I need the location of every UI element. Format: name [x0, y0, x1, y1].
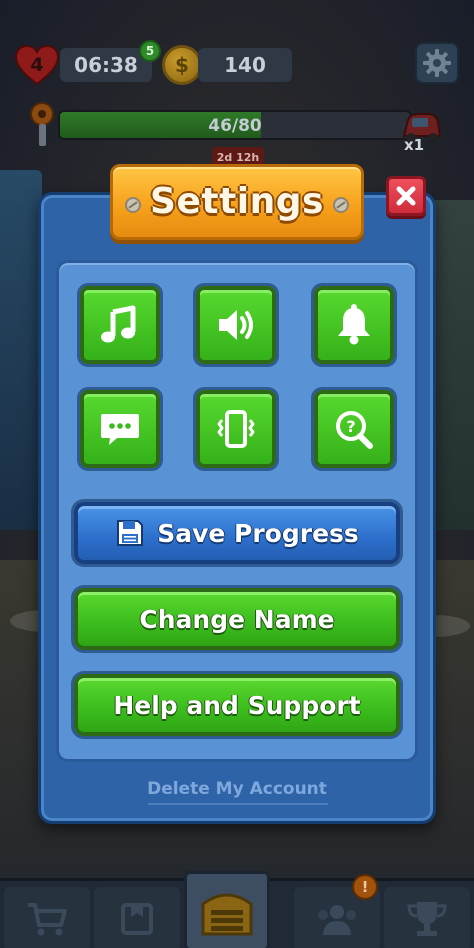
settings-title-plate: Settings	[110, 164, 364, 240]
help-support-button[interactable]: Help and Support	[74, 674, 400, 736]
lives-count: 4	[30, 54, 44, 76]
music-note-icon	[101, 305, 136, 343]
lives-heart[interactable]: 4	[14, 44, 60, 86]
bell-icon	[338, 304, 370, 345]
help-support-label: Help and Support	[113, 690, 361, 720]
team-icon	[318, 905, 356, 935]
settings-gear-button[interactable]	[415, 42, 459, 84]
change-name-label: Change Name	[139, 604, 335, 634]
event-progress-bar: 46/80	[58, 110, 412, 140]
reward-count: x1	[404, 136, 425, 154]
delete-account-underline	[148, 803, 328, 805]
coin-count: 140	[198, 48, 292, 82]
vibration-icon	[217, 410, 255, 448]
notifications-toggle-button[interactable]	[314, 286, 394, 364]
collection-box-icon	[121, 903, 153, 935]
left-shelf	[0, 170, 42, 530]
top-hud: 4 06:38 5 $ 140	[0, 40, 474, 88]
svg-text:?: ?	[346, 417, 355, 436]
speaker-icon	[219, 310, 253, 340]
tab-collection[interactable]	[94, 887, 180, 948]
sound-toggle-button[interactable]	[196, 286, 276, 364]
save-progress-button[interactable]: Save Progress	[74, 502, 400, 564]
save-disk-icon	[117, 520, 144, 546]
tab-shop[interactable]	[4, 887, 90, 948]
trophy-icon	[407, 902, 447, 936]
vibration-toggle-button[interactable]	[196, 390, 276, 468]
modal-title: Settings	[150, 181, 324, 222]
tab-leaderboard[interactable]	[384, 887, 470, 948]
save-progress-label: Save Progress	[157, 518, 359, 548]
tab-home[interactable]	[184, 871, 270, 948]
right-shelf	[434, 200, 474, 530]
team-notification-badge: !	[352, 874, 378, 900]
close-button[interactable]	[386, 176, 426, 216]
music-toggle-button[interactable]	[80, 286, 160, 364]
change-name-button[interactable]: Change Name	[74, 588, 400, 650]
chat-toggle-button[interactable]	[80, 390, 160, 468]
help-search-icon: ?	[336, 411, 373, 449]
chat-icon	[101, 414, 139, 445]
close-icon	[396, 186, 416, 206]
delete-account-link[interactable]: Delete My Account	[0, 779, 474, 799]
bottom-nav	[0, 871, 474, 948]
coin-icon[interactable]: $	[162, 45, 202, 85]
help-search-button[interactable]: ?	[314, 390, 394, 468]
lives-bonus-badge: 5	[139, 40, 161, 62]
shop-cart-icon	[28, 903, 67, 936]
gear-icon	[423, 49, 451, 77]
lives-timer: 06:38	[60, 48, 152, 82]
home-garage-icon	[201, 893, 253, 936]
progress-text: 46/80	[208, 116, 262, 136]
